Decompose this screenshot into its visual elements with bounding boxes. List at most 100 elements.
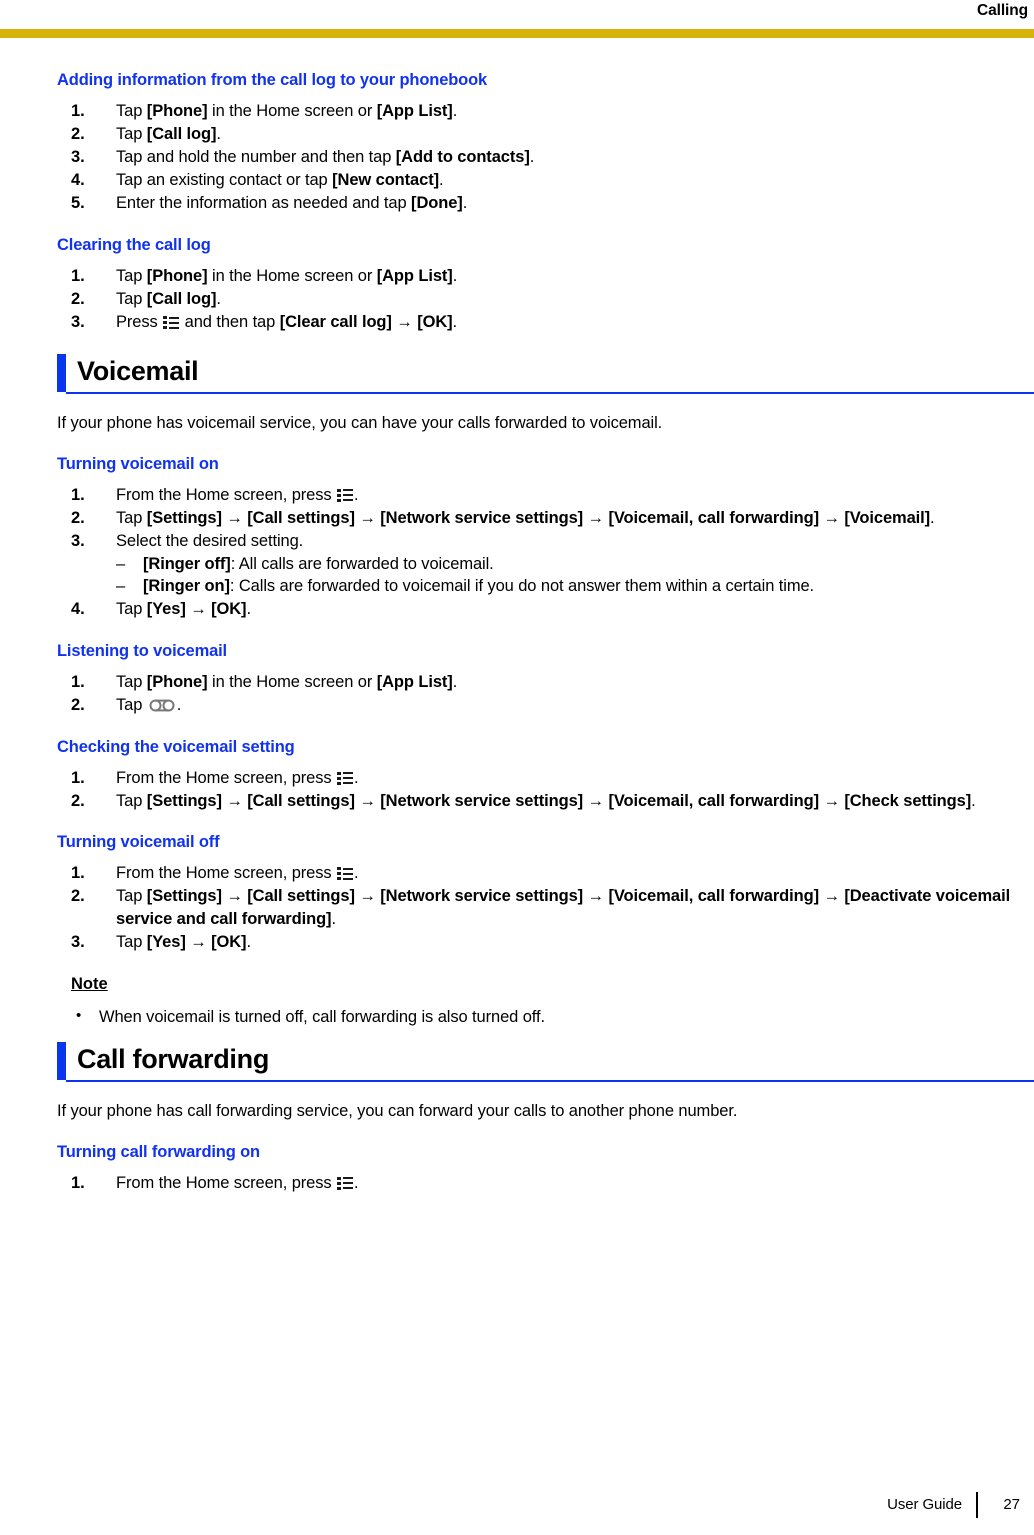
arrow-separator: →: [823, 508, 840, 527]
step-item: Tap [Yes] → [OK].: [71, 931, 251, 953]
ui-label: [New contact]: [332, 171, 440, 190]
step-item: Tap .: [71, 694, 182, 716]
sub-step-list: [Ringer off]: All calls are forwarded to…: [116, 553, 1017, 598]
section-call-forwarding-title: Call forwarding: [77, 1043, 270, 1074]
call-log-subsections: Adding information from the call log to …: [57, 70, 1017, 334]
ui-label: [Check settings]: [844, 791, 972, 810]
ui-label: [Settings]: [146, 887, 222, 906]
ui-label: [Network service settings]: [380, 508, 584, 527]
arrow-separator: →: [396, 313, 413, 332]
step-item: Select the desired setting.[Ringer off]:…: [57, 530, 1017, 598]
step-item: Tap [Phone] in the Home screen or [App L…: [71, 671, 458, 693]
ui-label: [Phone]: [146, 672, 208, 691]
header-gold-rule: [0, 29, 1034, 38]
ui-label: [Network service settings]: [380, 791, 584, 810]
step-item: Tap an existing contact or tap [New cont…: [71, 169, 444, 191]
arrow-separator: →: [226, 508, 243, 527]
step-item: Press and then tap [Clear call log] → [O…: [71, 311, 458, 333]
ui-label: [OK]: [211, 600, 247, 619]
step-item: Tap [Call log].: [71, 123, 221, 145]
step-list: From the Home screen, press . Tap [Settin…: [57, 484, 1017, 621]
step-list: Tap [Phone] in the Home screen or [App L…: [57, 671, 1017, 717]
ui-label: [Call settings]: [247, 791, 355, 810]
arrow-separator: →: [587, 508, 605, 527]
section-voicemail-title: Voicemail: [77, 355, 199, 386]
step-item: Tap and hold the number and then tap [Ad…: [71, 146, 535, 168]
arrow-separator: →: [823, 791, 840, 810]
subsection-heading-turning-voicemail-off: Turning voicemail off: [57, 833, 220, 852]
menu-list-icon: [337, 488, 354, 502]
step-item: Tap [Settings] → [Call settings] → [Netw…: [71, 790, 976, 812]
subsection-heading-clearing-the-call-log: Clearing the call log: [57, 235, 211, 254]
ui-label: [Voicemail]: [844, 508, 931, 527]
voicemail-tape-icon: [149, 699, 175, 712]
ui-label: [Voicemail, call forwarding]: [608, 791, 819, 810]
ui-label: [OK]: [417, 313, 453, 332]
ui-label: [Phone]: [146, 102, 208, 120]
page-content: Adding information from the call log to …: [57, 70, 1034, 1214]
subsection-heading-adding-information: Adding information from the call log to …: [57, 71, 488, 89]
subsection-heading-listening-to-voicemail: Listening to voicemail: [57, 641, 227, 660]
step-item: Tap [Settings] → [Call settings] → [Netw…: [71, 507, 935, 529]
ui-label: [Voicemail, call forwarding]: [608, 887, 819, 906]
step-item: Tap [Phone] in the Home screen or [App L…: [71, 100, 458, 122]
voicemail-subsections: Turning voicemail on From the Home screen…: [57, 454, 1017, 954]
footer-page-number: 27: [1003, 1496, 1020, 1513]
subsection-heading-turning-voicemail-on: Turning voicemail on: [57, 454, 219, 473]
ui-label: [Add to contacts]: [395, 148, 530, 167]
step-item: Enter the information as needed and tap …: [71, 192, 468, 214]
arrow-separator: →: [587, 791, 605, 810]
ui-label: [OK]: [211, 932, 247, 951]
step-item: Tap [Settings] → [Call settings] → [Netw…: [71, 885, 1011, 928]
step-list: Tap [Phone] in the Home screen or [App L…: [57, 100, 1017, 215]
ui-label: [Call settings]: [247, 887, 355, 906]
sub-step-item: [Ringer off]: All calls are forwarded to…: [116, 553, 1017, 576]
menu-list-icon: [337, 1176, 354, 1190]
arrow-separator: →: [823, 887, 840, 906]
footer-divider: [976, 1492, 978, 1518]
running-header-title: Calling: [977, 2, 1028, 19]
note-item: When voicemail is turned off, call forwa…: [71, 1005, 1017, 1028]
ui-label: [Clear call log]: [279, 313, 392, 332]
step-list: Tap [Phone] in the Home screen or [App L…: [57, 265, 1017, 334]
section-call-forwarding-head: Call forwarding: [57, 1041, 1017, 1080]
section-voicemail: Voicemail If your phone has voicemail se…: [37, 353, 1034, 1028]
page-footer: User Guide 27: [887, 1492, 1020, 1518]
menu-list-icon: [337, 771, 354, 785]
step-item: Tap [Phone] in the Home screen or [App L…: [71, 265, 458, 287]
note-title: Note: [71, 974, 108, 993]
arrow-separator: →: [190, 932, 207, 951]
arrow-separator: →: [359, 508, 376, 527]
ui-label: [Network service settings]: [380, 887, 584, 906]
subsection-heading-turning-call-forwarding-on: Turning call forwarding on: [57, 1142, 260, 1161]
ui-label: [Ringer off]: [143, 554, 231, 573]
voicemail-intro-paragraph: If your phone has voicemail service, you…: [57, 413, 663, 432]
ui-label: [App List]: [376, 266, 453, 285]
section-underline-rule: [66, 391, 1034, 394]
note-list: When voicemail is turned off, call forwa…: [71, 1005, 1017, 1028]
step-item: Tap [Yes] → [OK].: [71, 598, 251, 620]
arrow-separator: →: [226, 791, 243, 810]
ui-label: [Yes]: [146, 600, 186, 619]
ui-label: [Settings]: [146, 791, 222, 810]
ui-label: [Yes]: [146, 932, 186, 951]
section-accent-bar: [57, 353, 66, 392]
ui-label: [Call log]: [146, 290, 217, 309]
ui-label: [Done]: [411, 194, 463, 213]
step-item: From the Home screen, press .: [71, 862, 359, 884]
ui-label: [Ringer on]: [143, 577, 230, 596]
sub-step-item: [Ringer on]: Calls are forwarded to voic…: [116, 575, 1017, 598]
section-accent-bar: [57, 1041, 66, 1080]
step-item: From the Home screen, press .: [71, 767, 359, 789]
section-call-forwarding: Call forwarding If your phone has call f…: [37, 1041, 1034, 1195]
arrow-separator: →: [226, 887, 243, 906]
arrow-separator: →: [587, 887, 605, 906]
page-header: Calling: [0, 0, 1034, 38]
step-item: Tap [Call log].: [71, 288, 221, 310]
section-voicemail-head: Voicemail: [57, 353, 1017, 392]
step-list: From the Home screen, press . Tap [Settin…: [57, 767, 1017, 813]
step-list: From the Home screen, press . Tap [Settin…: [57, 862, 1017, 953]
footer-guide-label: User Guide: [887, 1496, 962, 1513]
menu-list-icon: [163, 315, 180, 330]
voicemail-note-block: Note When voicemail is turned off, call …: [71, 974, 1017, 1028]
